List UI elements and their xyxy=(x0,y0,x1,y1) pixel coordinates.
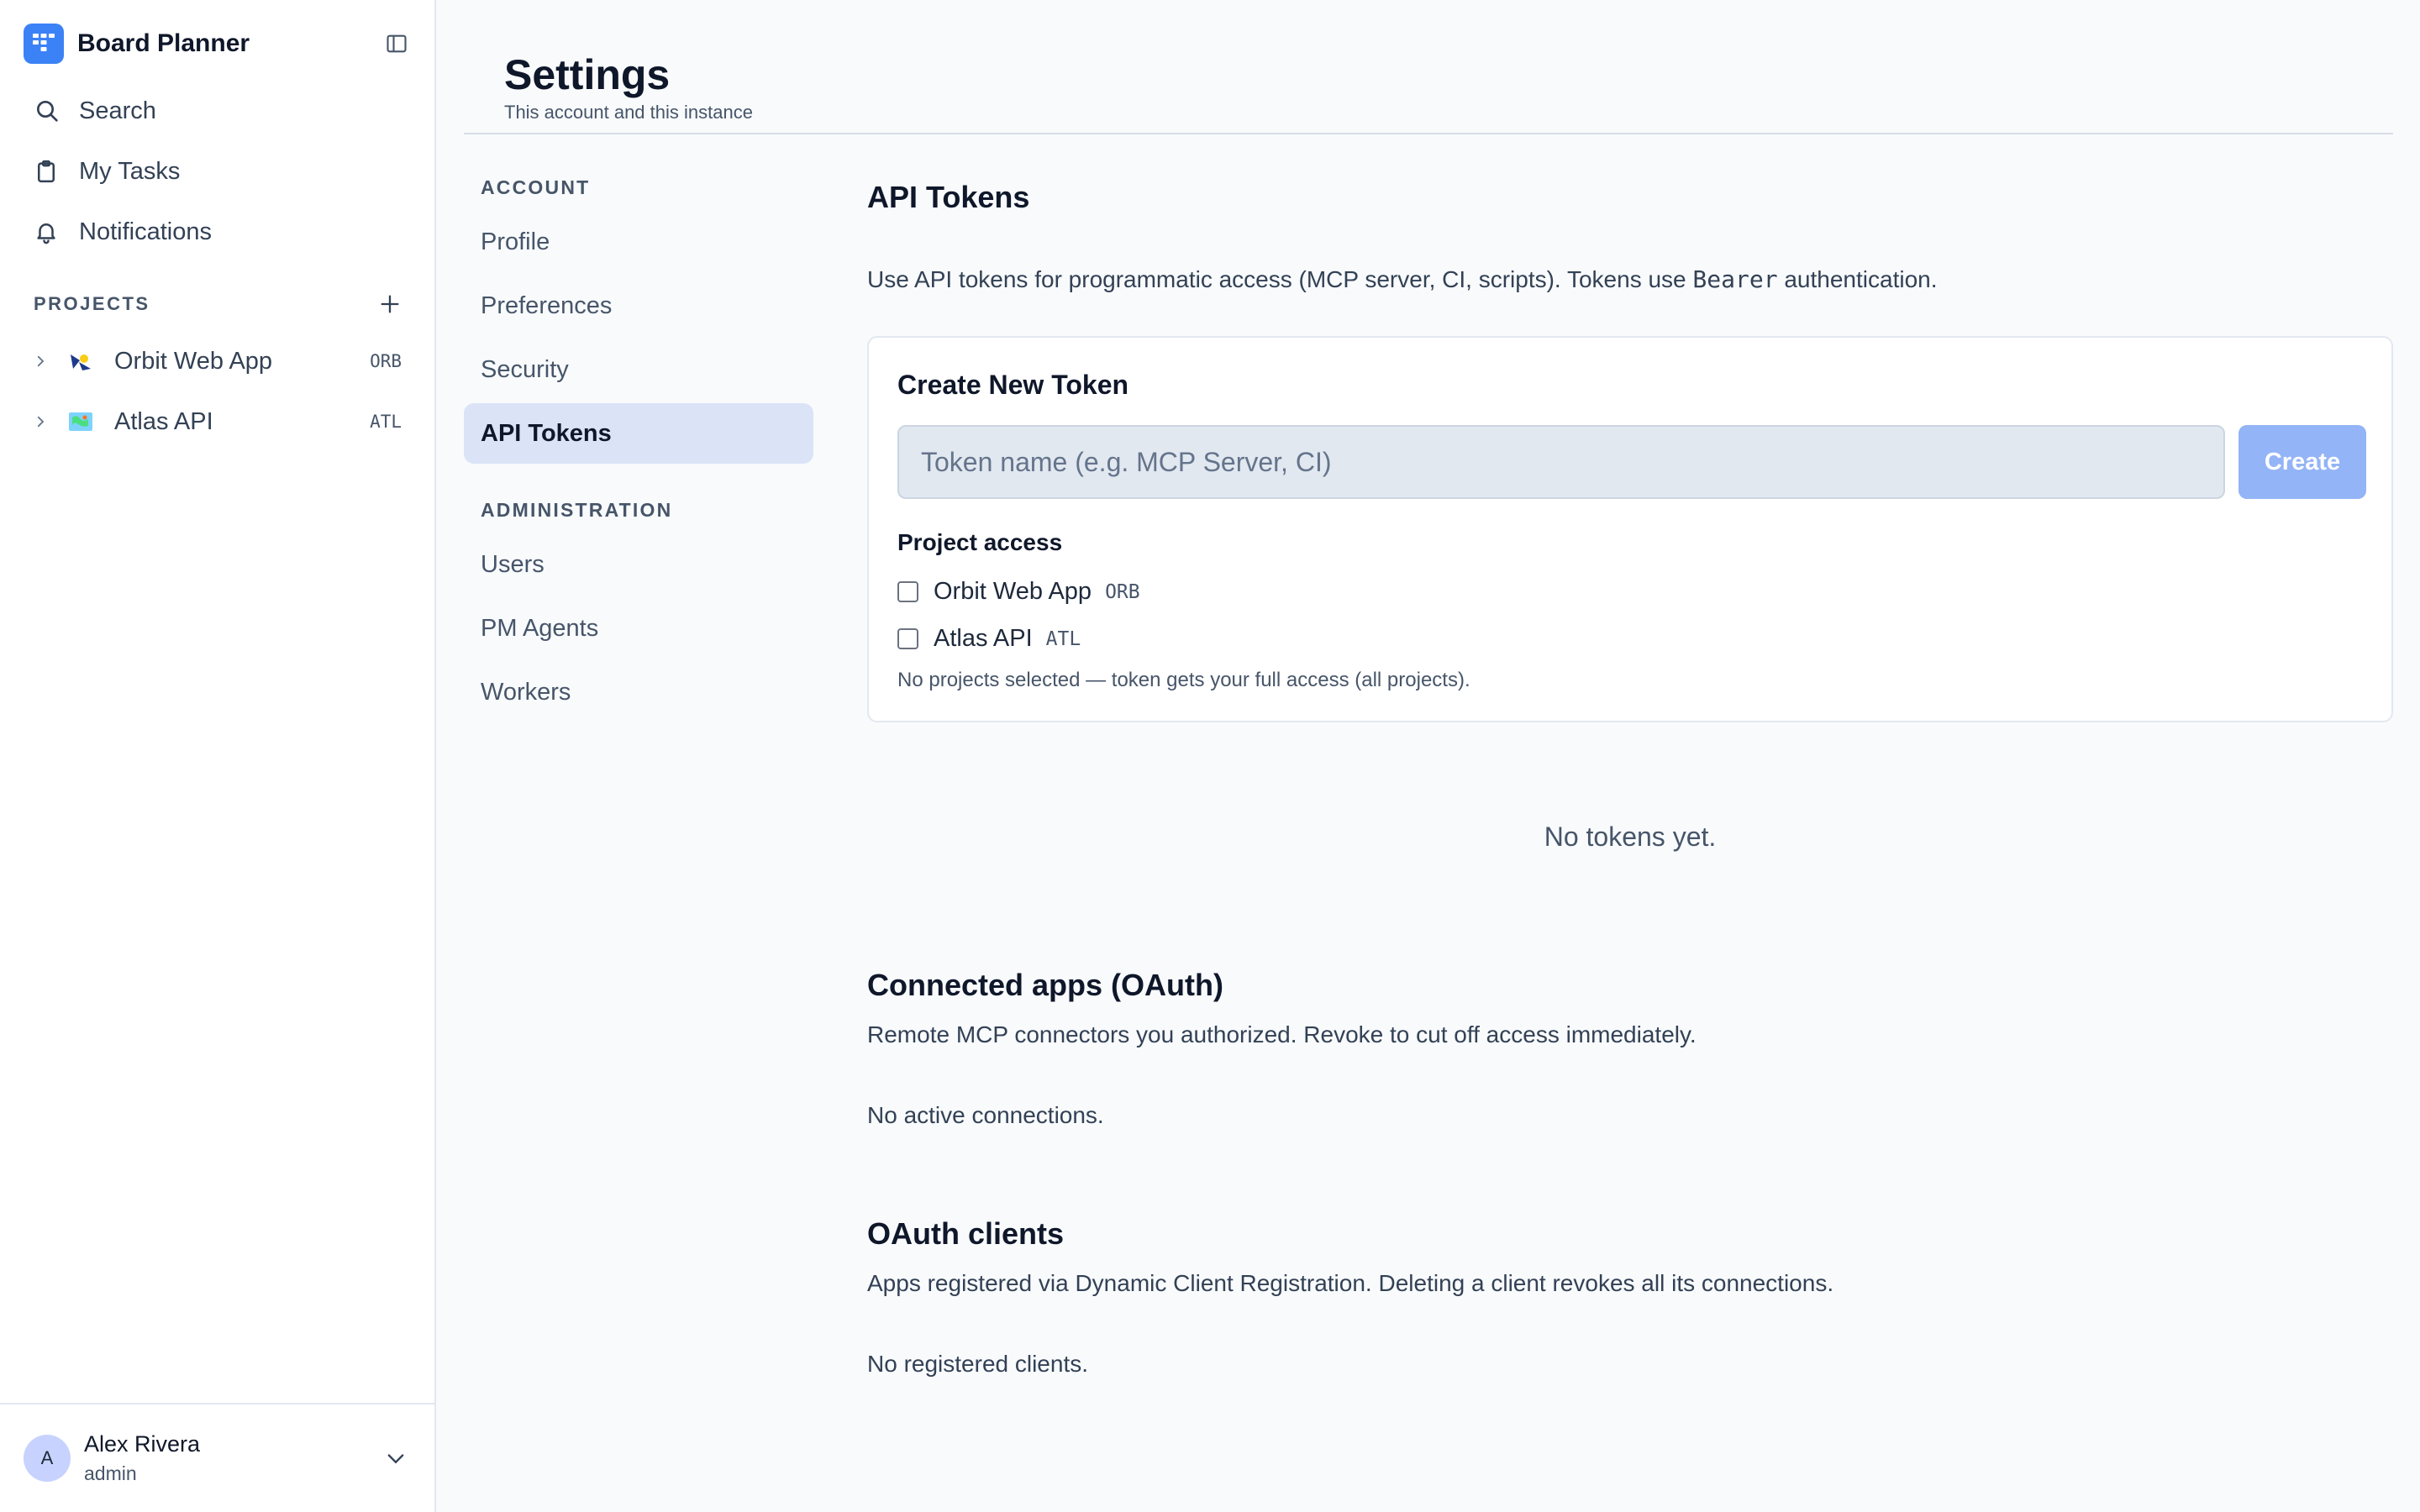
project-key: ORB xyxy=(370,351,402,371)
project-access-name: Orbit Web App xyxy=(934,578,1092,605)
project-access-label: Project access xyxy=(897,529,1063,555)
app-name: Board Planner xyxy=(77,29,250,57)
user-menu[interactable]: A Alex Rivera admin xyxy=(0,1403,434,1512)
clipboard-icon xyxy=(24,159,71,184)
nav-my-tasks-label: My Tasks xyxy=(79,157,181,185)
nav-search[interactable]: Search xyxy=(24,86,410,136)
bell-icon xyxy=(24,219,71,244)
sidebar-toggle-icon xyxy=(387,34,407,53)
checkbox[interactable] xyxy=(897,581,918,602)
user-role: admin xyxy=(84,1462,137,1484)
brand: Board Planner xyxy=(24,24,410,64)
map-emoji-icon xyxy=(67,410,94,433)
checkbox[interactable] xyxy=(897,628,918,649)
sidebar-project-atlas[interactable]: Atlas API ATL xyxy=(24,396,410,447)
oauth-clients-empty: No registered clients. xyxy=(867,1351,1089,1377)
tokens-empty-state: No tokens yet. xyxy=(1544,822,1717,852)
sidebar-collapse-button[interactable] xyxy=(383,30,410,57)
header-divider xyxy=(464,133,2393,134)
chevron-down-icon[interactable] xyxy=(384,1446,408,1474)
settings-nav-api-tokens[interactable]: API Tokens xyxy=(464,403,813,464)
nav-search-label: Search xyxy=(79,97,156,124)
oauth-clients-description: Apps registered via Dynamic Client Regis… xyxy=(867,1270,1834,1296)
chevron-right-icon[interactable] xyxy=(27,354,54,369)
connected-apps-empty: No active connections. xyxy=(867,1102,1104,1128)
project-name: Orbit Web App xyxy=(114,347,273,375)
add-project-button[interactable] xyxy=(376,291,403,318)
project-name: Atlas API xyxy=(114,407,213,435)
create-token-card: Create New Token Create Project access O… xyxy=(867,336,2393,722)
api-tokens-desc-suffix: authentication. xyxy=(1784,266,1938,292)
settings-section-administration: ADMINISTRATION xyxy=(481,499,673,521)
project-access-note: No projects selected — token gets your f… xyxy=(897,669,1470,691)
user-name: Alex Rivera xyxy=(84,1431,201,1457)
settings-section-account: ACCOUNT xyxy=(481,176,591,198)
project-access-key: ORB xyxy=(1105,580,1140,603)
create-token-title: Create New Token xyxy=(897,370,1129,400)
api-tokens-title: API Tokens xyxy=(867,180,1030,214)
sidebar: Board Planner Search My Tasks Notificati… xyxy=(0,0,436,1512)
project-access-orbit[interactable]: Orbit Web App ORB xyxy=(897,578,1140,606)
create-token-button[interactable]: Create xyxy=(2238,425,2366,499)
settings-nav-security[interactable]: Security xyxy=(464,339,813,400)
nav-my-tasks[interactable]: My Tasks xyxy=(24,146,410,197)
page-subtitle: This account and this instance xyxy=(504,102,753,123)
api-tokens-desc-text: Use API tokens for programmatic access (… xyxy=(867,266,1686,292)
search-icon xyxy=(24,97,71,124)
nav-notifications[interactable]: Notifications xyxy=(24,207,410,257)
settings-nav-workers[interactable]: Workers xyxy=(464,662,813,722)
settings-nav-profile[interactable]: Profile xyxy=(464,212,813,272)
connected-apps-title: Connected apps (OAuth) xyxy=(867,968,1223,1002)
project-access-name: Atlas API xyxy=(934,625,1033,652)
orbit-emoji-icon xyxy=(67,349,94,373)
avatar: A xyxy=(24,1435,71,1482)
projects-heading: PROJECTS xyxy=(34,293,150,314)
project-key: ATL xyxy=(370,412,402,432)
settings-nav-pm-agents[interactable]: PM Agents xyxy=(464,598,813,659)
board-logo-icon xyxy=(24,24,64,64)
oauth-clients-title: OAuth clients xyxy=(867,1216,1065,1251)
page-title: Settings xyxy=(504,51,671,98)
bearer-code: Bearer xyxy=(1692,265,1778,293)
chevron-right-icon[interactable] xyxy=(27,414,54,429)
plus-icon xyxy=(381,295,399,313)
sidebar-project-orbit[interactable]: Orbit Web App ORB xyxy=(24,336,410,386)
nav-notifications-label: Notifications xyxy=(79,218,212,245)
api-tokens-description: Use API tokens for programmatic access (… xyxy=(867,265,1938,293)
project-access-key: ATL xyxy=(1045,627,1081,650)
connected-apps-description: Remote MCP connectors you authorized. Re… xyxy=(867,1021,1697,1047)
settings-nav-users[interactable]: Users xyxy=(464,534,813,595)
settings-nav-preferences[interactable]: Preferences xyxy=(464,276,813,336)
projects-header: PROJECTS xyxy=(34,291,403,318)
project-access-atlas[interactable]: Atlas API ATL xyxy=(897,625,1081,653)
token-name-input[interactable] xyxy=(897,425,2225,499)
